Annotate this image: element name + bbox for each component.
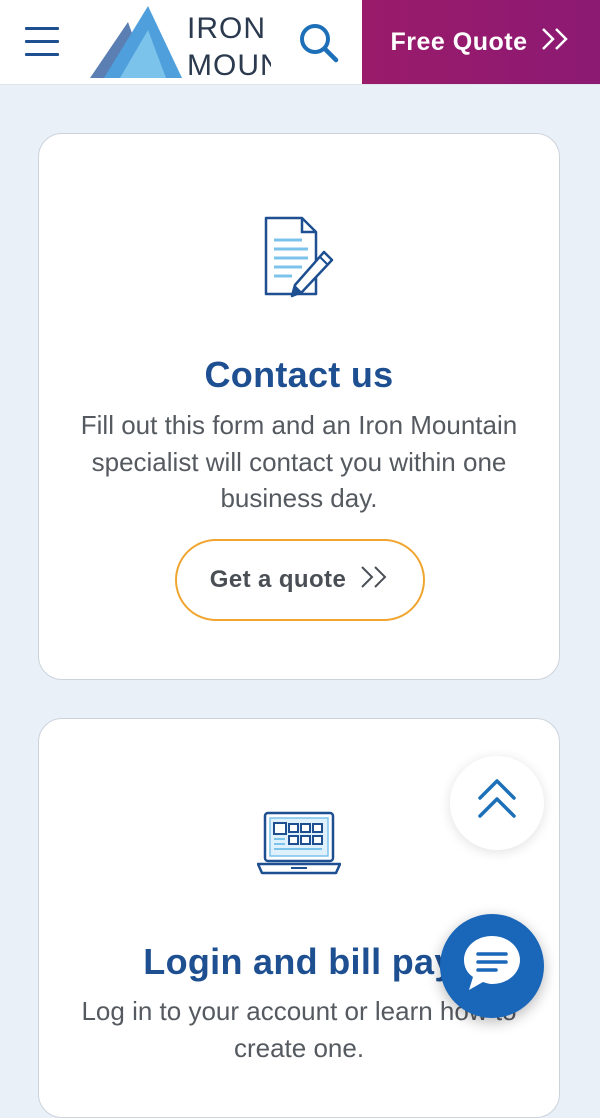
free-quote-label: Free Quote	[390, 27, 528, 56]
contact-us-card: Contact us Fill out this form and an Iro…	[38, 133, 560, 680]
free-quote-button[interactable]: Free Quote	[362, 0, 600, 84]
menu-bar	[25, 40, 59, 43]
search-icon[interactable]	[296, 20, 342, 66]
scroll-to-top-button[interactable]	[450, 756, 544, 850]
hamburger-menu-icon[interactable]	[25, 27, 61, 59]
chat-button[interactable]	[440, 914, 544, 1018]
double-chevron-right-icon	[360, 564, 390, 597]
document-pencil-icon	[264, 216, 334, 298]
chat-bubble-icon	[464, 936, 520, 990]
site-header: IRON MOUNTAIN Free Quote	[0, 0, 600, 85]
card-title: Contact us	[204, 354, 394, 395]
mountain-logo-icon	[90, 6, 182, 78]
menu-bar	[25, 53, 59, 56]
get-a-quote-label: Get a quote	[209, 566, 347, 593]
logo-line-1: IRON	[187, 12, 266, 45]
double-chevron-right-icon	[541, 26, 571, 59]
card-description: Fill out this form and an Iron Mountain …	[80, 410, 518, 513]
logo-wordmark: IRON MOUNTAIN	[187, 10, 271, 84]
get-a-quote-button[interactable]: Get a quote	[175, 539, 425, 621]
laptop-icon	[257, 811, 341, 875]
logo-line-2: MOUNTAIN	[187, 49, 271, 82]
menu-bar	[25, 27, 59, 30]
chevron-double-up-icon	[478, 779, 516, 818]
